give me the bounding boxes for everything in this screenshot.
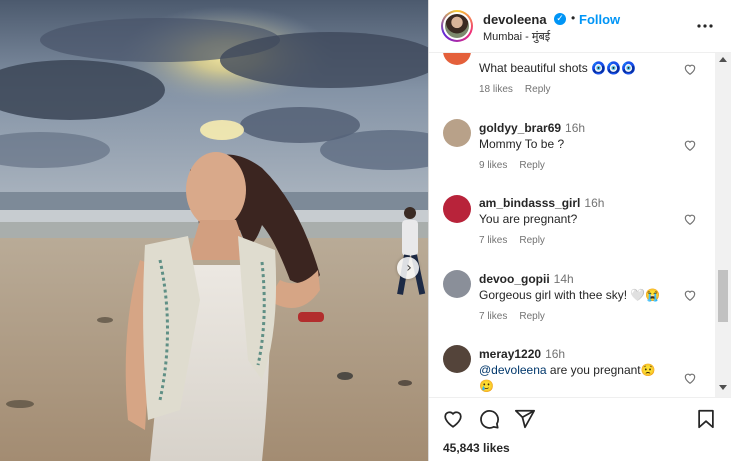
- comment-text: @devoleena are you pregnant😟: [479, 363, 656, 377]
- follow-button[interactable]: Follow: [579, 12, 620, 27]
- commenter-avatar[interactable]: [443, 270, 471, 298]
- comment-text: Gorgeous girl with thee sky! 🤍😭: [479, 288, 661, 302]
- avatar-image: [445, 14, 469, 38]
- comments-list[interactable]: What beautiful shots 🧿🧿🧿 18 likes Reply g…: [429, 53, 717, 397]
- post-actions: 45,843 likes: [429, 397, 731, 462]
- commenter-username[interactable]: goldyy_brar69 16h: [479, 121, 585, 135]
- commenter-avatar[interactable]: [443, 53, 471, 65]
- share-icon[interactable]: [514, 408, 536, 430]
- post-sidebar: devoleena ✓ • Follow Mumbai - मुंबई What…: [428, 0, 731, 461]
- commenter-username[interactable]: devoo_gopii 14h: [479, 272, 574, 286]
- comment-text: You are pregnant?: [479, 212, 578, 226]
- comment-likes[interactable]: 18 likes: [479, 84, 513, 95]
- comment-time: 14h: [553, 272, 574, 286]
- reply-button[interactable]: Reply: [525, 84, 551, 95]
- comment-likes[interactable]: 7 likes: [479, 235, 507, 246]
- comment-text-body: are you pregnant😟: [546, 363, 656, 377]
- heart-icon[interactable]: [683, 371, 697, 385]
- heart-icon[interactable]: [683, 212, 697, 226]
- username-text[interactable]: goldyy_brar69: [479, 121, 561, 135]
- comment-likes[interactable]: 7 likes: [479, 311, 507, 322]
- comment-time: 16h: [545, 347, 566, 361]
- post-photo[interactable]: ›: [0, 0, 428, 461]
- chevron-right-icon: ›: [406, 260, 412, 276]
- comment-meta: 9 likes Reply: [479, 160, 545, 171]
- heart-icon[interactable]: [683, 138, 697, 152]
- scroll-down-arrow-icon[interactable]: [719, 385, 727, 390]
- username-text[interactable]: meray1220: [479, 347, 541, 361]
- heart-icon[interactable]: [683, 62, 697, 76]
- commenter-avatar[interactable]: [443, 345, 471, 373]
- commenter-username[interactable]: am_bindasss_girl 16h: [479, 196, 604, 210]
- next-photo-button[interactable]: ›: [397, 257, 419, 279]
- comment-likes[interactable]: 9 likes: [479, 160, 507, 171]
- scroll-up-arrow-icon[interactable]: [719, 57, 727, 62]
- username-text[interactable]: am_bindasss_girl: [479, 196, 580, 210]
- heart-icon[interactable]: [442, 408, 464, 430]
- author-avatar[interactable]: [441, 10, 473, 42]
- comment-meta: 7 likes Reply: [479, 235, 545, 246]
- reply-button[interactable]: Reply: [519, 235, 545, 246]
- verified-badge-icon: ✓: [554, 13, 566, 25]
- comments-scrollbar[interactable]: [715, 53, 731, 397]
- comment-time: 16h: [565, 121, 586, 135]
- commenter-username[interactable]: meray1220 16h: [479, 347, 565, 361]
- bookmark-icon[interactable]: [695, 408, 717, 430]
- comment-text: Mommy To be ?: [479, 137, 565, 151]
- comment-time: 16h: [584, 196, 605, 210]
- reply-button[interactable]: Reply: [519, 160, 545, 171]
- commenter-avatar[interactable]: [443, 119, 471, 147]
- likes-count[interactable]: 45,843 likes: [443, 441, 510, 455]
- comment-meta: 18 likes Reply: [479, 84, 550, 95]
- separator-dot: •: [571, 11, 576, 25]
- username-text[interactable]: devoo_gopii: [479, 272, 550, 286]
- beach-photo-illustration: [0, 0, 428, 461]
- comment-text-continued: 🥲: [479, 379, 494, 393]
- heart-icon[interactable]: [683, 288, 697, 302]
- post-location[interactable]: Mumbai - मुंबई: [483, 29, 550, 44]
- comment-text: What beautiful shots 🧿🧿🧿: [479, 61, 636, 75]
- comment-icon[interactable]: [478, 408, 500, 430]
- scrollbar-thumb[interactable]: [718, 270, 728, 322]
- more-options-icon[interactable]: [696, 16, 714, 34]
- commenter-avatar[interactable]: [443, 195, 471, 223]
- reply-button[interactable]: Reply: [519, 311, 545, 322]
- mention-link[interactable]: @devoleena: [479, 363, 547, 377]
- comment-meta: 7 likes Reply: [479, 311, 545, 322]
- instagram-post-view: › devoleena ✓ • Follow Mumbai - मुंबई Wh…: [0, 0, 731, 461]
- author-username[interactable]: devoleena: [483, 12, 547, 27]
- post-header: devoleena ✓ • Follow Mumbai - मुंबई: [429, 0, 731, 53]
